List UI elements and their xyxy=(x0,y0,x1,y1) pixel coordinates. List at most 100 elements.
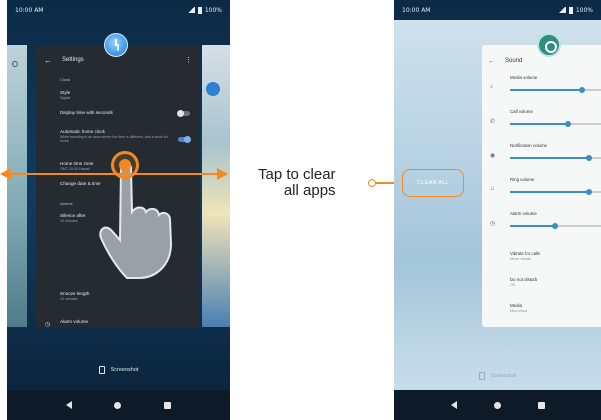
slider-label: Alarm volume xyxy=(510,211,537,216)
recent-app-card-previous[interactable] xyxy=(7,45,27,327)
status-icons: 100% xyxy=(186,6,222,14)
left-phone: 10:00 AM 100% ← Settings ⋮ Clock Style D… xyxy=(7,0,230,420)
row-label: Snooze length xyxy=(60,291,90,296)
settings-row-alarm-volume[interactable]: Alarm volume xyxy=(60,319,88,324)
notification-icon: ◉ xyxy=(490,153,496,159)
settings-row-snooze-length[interactable]: Snooze length 10 minutes xyxy=(60,291,89,301)
call-volume-slider[interactable] xyxy=(510,121,601,127)
settings-row-change-date-time[interactable]: Change date & time xyxy=(60,181,101,186)
back-arrow-icon[interactable]: ← xyxy=(44,56,52,65)
battery-percent: 100% xyxy=(204,6,222,14)
row-label: Change date & time xyxy=(60,181,101,186)
row-sub: 10 minutes xyxy=(60,297,78,301)
settings-row-do-not-disturb[interactable]: Do not disturb Off xyxy=(510,277,537,287)
row-label: Automatic home clock xyxy=(60,129,105,134)
status-bar: 10:00 AM 100% xyxy=(7,0,230,20)
slider-fill xyxy=(510,225,554,227)
settings-row-silence-after[interactable]: Silence after 10 minutes xyxy=(60,213,86,223)
slider-label: Call volume xyxy=(510,109,533,114)
section-header-alarms: Alarms xyxy=(60,201,73,206)
back-icon[interactable] xyxy=(450,401,457,409)
slider-label: Ring volume xyxy=(510,177,535,182)
navigation-bar xyxy=(394,390,601,420)
battery-percent: 100% xyxy=(575,6,593,14)
slider-label: Notification volume xyxy=(510,143,548,148)
bell-icon: ♫ xyxy=(490,186,495,192)
home-icon[interactable] xyxy=(493,401,501,409)
notification-volume-slider[interactable] xyxy=(510,155,601,161)
row-label: Do not disturb xyxy=(510,277,538,282)
slider-fill xyxy=(510,191,588,193)
phone-icon: ✆ xyxy=(490,119,496,125)
alarm-volume-slider[interactable] xyxy=(510,223,601,229)
toggle-seconds[interactable] xyxy=(177,110,190,117)
screenshot-label: Screenshot xyxy=(110,367,139,373)
row-sub: 10 minutes xyxy=(60,219,78,223)
callout-line-1: Tap to clear xyxy=(258,166,336,183)
back-icon[interactable] xyxy=(66,401,73,409)
screenshot-label: Screenshot xyxy=(490,373,517,379)
search-icon xyxy=(12,61,18,67)
alarm-icon: ◷ xyxy=(490,221,496,227)
row-label: Alarm volume xyxy=(60,319,89,324)
ring-volume-slider[interactable] xyxy=(510,189,601,195)
home-icon[interactable] xyxy=(114,401,122,409)
callout-dot xyxy=(368,179,376,187)
recent-app-card-next[interactable] xyxy=(202,45,230,327)
row-sub: While traveling in an area where the tim… xyxy=(60,135,169,143)
screenshot-icon xyxy=(98,366,105,374)
row-label: Media xyxy=(510,303,522,308)
card-title: Settings xyxy=(62,57,84,63)
callout-text: Tap to clear all apps xyxy=(258,167,336,199)
media-volume-slider[interactable] xyxy=(510,87,601,93)
signal-icon xyxy=(186,7,195,13)
settings-row-display-seconds[interactable]: Display time with seconds xyxy=(60,110,113,115)
row-sub: Digital xyxy=(60,96,70,100)
slider-label: Media volume xyxy=(510,75,538,80)
slider-fill xyxy=(510,89,581,91)
row-sub: Never vibrate xyxy=(510,257,531,261)
settings-row-media[interactable]: Media Disconnect xyxy=(510,303,527,313)
card-header: ← Sound xyxy=(488,53,601,69)
card-header: ← Settings ⋮ xyxy=(44,51,192,69)
more-options-icon[interactable]: ⋮ xyxy=(185,56,192,64)
slider-knob[interactable] xyxy=(585,189,592,195)
recent-apps-icon[interactable] xyxy=(537,401,545,409)
card-title: Sound xyxy=(505,58,523,64)
screenshot-action[interactable]: Screenshot xyxy=(7,366,230,374)
back-arrow-icon[interactable]: ← xyxy=(488,58,495,65)
app-thumbnail-icon xyxy=(206,82,220,96)
slider-knob[interactable] xyxy=(579,87,586,93)
row-label: Home time zone xyxy=(60,161,94,166)
instruction-figure: 10:00 AM 100% ← Settings ⋮ Clock Style D… xyxy=(0,0,601,420)
settings-row-automatic-home-clock[interactable]: Automatic home clock While traveling in … xyxy=(60,129,172,143)
status-bar: 10:00 AM 100% xyxy=(394,0,601,20)
section-header-clock: Clock xyxy=(60,77,71,82)
right-phone: 10:00 AM 100% CLEAR ALL ← Sound ♪ Media … xyxy=(394,0,601,420)
slider-knob[interactable] xyxy=(564,121,571,127)
row-sub: Off xyxy=(510,283,515,287)
status-time: 10:00 AM xyxy=(402,6,431,14)
clear-all-button[interactable]: CLEAR ALL xyxy=(402,169,464,197)
status-time: 10:00 AM xyxy=(15,6,44,14)
slider-knob[interactable] xyxy=(551,223,558,229)
recent-apps-icon[interactable] xyxy=(163,401,171,409)
settings-row-vibrate-for-calls[interactable]: Vibrate for calls Never vibrate xyxy=(510,251,540,261)
settings-row-style[interactable]: Style Digital xyxy=(60,90,70,100)
screenshot-icon xyxy=(478,372,485,380)
slider-fill xyxy=(510,157,588,159)
callout-line-2: all apps xyxy=(283,182,336,199)
recent-app-card-sound-settings[interactable]: ← Sound ♪ Media volume ✆ Call volume ◉ N… xyxy=(482,33,601,327)
status-icons: 100% xyxy=(557,6,593,14)
music-note-icon: ♪ xyxy=(490,84,493,90)
signal-icon xyxy=(557,7,566,13)
screenshot-action[interactable]: Screenshot xyxy=(394,372,601,380)
row-label: Silence after xyxy=(60,213,86,218)
toggle-home-clock[interactable] xyxy=(178,136,191,143)
slider-knob[interactable] xyxy=(585,155,592,161)
row-label: Style xyxy=(60,90,71,95)
battery-icon xyxy=(568,6,573,14)
alarm-volume-icon: ◷ xyxy=(45,322,51,328)
swipe-arrow-icon xyxy=(0,168,228,180)
row-label: Display time with seconds xyxy=(60,110,113,115)
